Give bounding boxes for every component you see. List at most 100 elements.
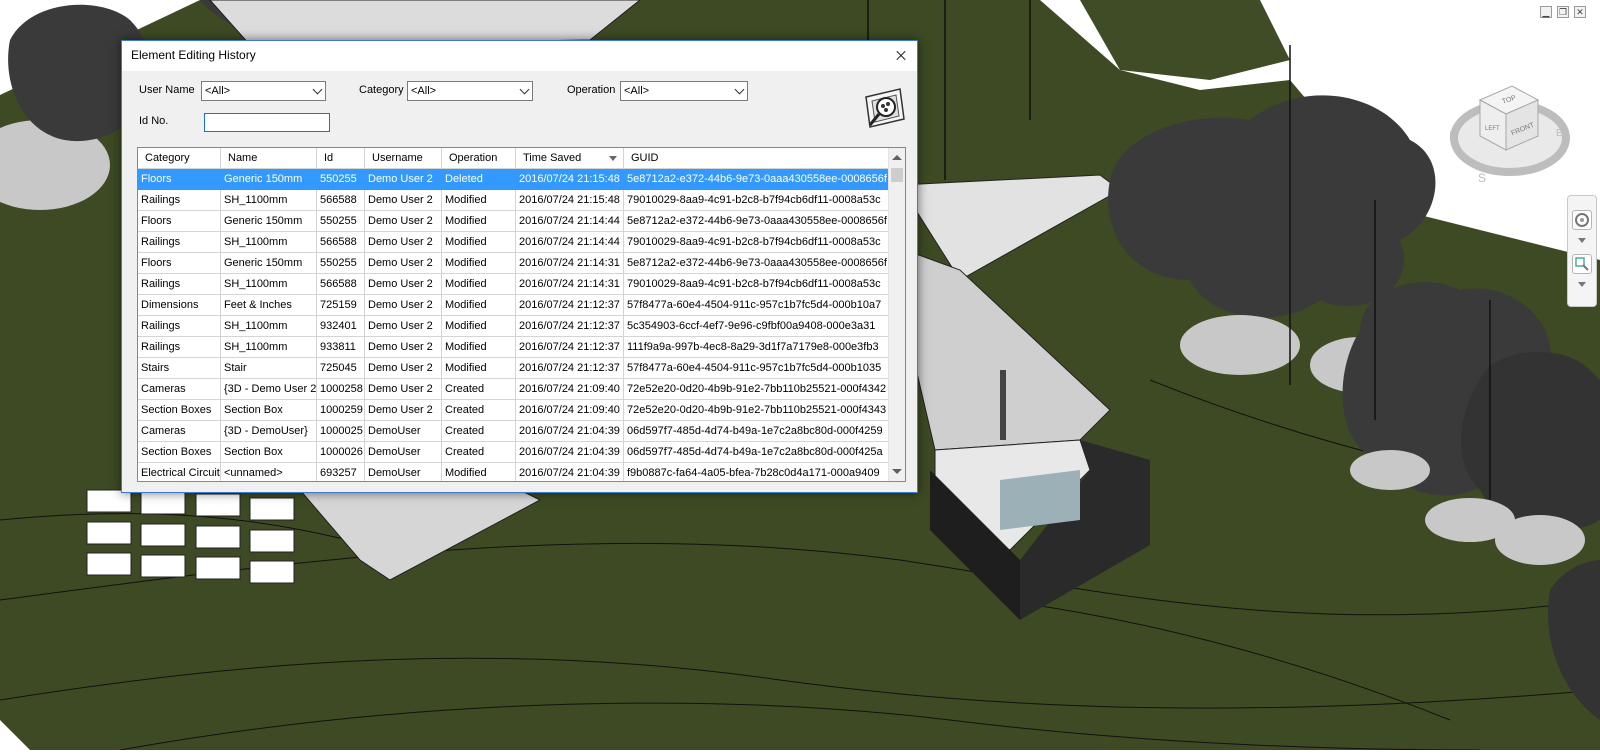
cell-time-saved: 2016/07/24 21:14:31 bbox=[516, 253, 624, 274]
column-header-name[interactable]: Name bbox=[221, 148, 317, 168]
close-icon[interactable]: ✕ bbox=[1574, 6, 1586, 18]
cell-time-saved: 2016/07/24 21:12:37 bbox=[516, 316, 624, 337]
cell-operation: Deleted bbox=[442, 169, 516, 190]
cell-category: Railings bbox=[138, 316, 221, 337]
cell-id: 566588 bbox=[317, 232, 365, 253]
cell-guid: 5c354903-6ccf-4ef7-9e96-c9fbf00a9408-000… bbox=[624, 316, 890, 337]
search-history-icon[interactable] bbox=[860, 85, 910, 135]
column-header-time-saved[interactable]: Time Saved bbox=[516, 148, 624, 168]
viewport-window-controls: ▁ ❐ ✕ bbox=[1540, 6, 1586, 18]
table-row[interactable]: Section Boxes Section Box 1000026 DemoUser C… bbox=[138, 442, 890, 463]
cell-name: <unnamed> bbox=[221, 463, 317, 481]
cell-username: Demo User 2 bbox=[365, 358, 442, 379]
cell-operation: Modified bbox=[442, 295, 516, 316]
cell-id: 725159 bbox=[317, 295, 365, 316]
cell-category: Railings bbox=[138, 337, 221, 358]
cell-category: Railings bbox=[138, 232, 221, 253]
cell-id: 550255 bbox=[317, 211, 365, 232]
user-name-dropdown[interactable]: <All> bbox=[201, 81, 326, 101]
column-header-username[interactable]: Username bbox=[365, 148, 442, 168]
table-row[interactable]: Cameras {3D - Demo User 2} 1000258 Demo Use… bbox=[138, 379, 890, 400]
table-row[interactable]: Cameras {3D - DemoUser} 1000025 DemoUser Cre… bbox=[138, 421, 890, 442]
dialog-titlebar[interactable]: Element Editing History bbox=[122, 41, 917, 71]
cell-operation: Created bbox=[442, 379, 516, 400]
cell-time-saved: 2016/07/24 21:12:37 bbox=[516, 295, 624, 316]
cell-username: Demo User 2 bbox=[365, 274, 442, 295]
cell-name: SH_1100mm bbox=[221, 190, 317, 211]
viewcube-left-label: LEFT bbox=[1485, 126, 1500, 132]
cell-name: Section Box bbox=[221, 400, 317, 421]
table-row[interactable]: Railings SH_1100mm 933811 Demo User 2 Modifi… bbox=[138, 337, 890, 358]
chevron-down-icon bbox=[734, 84, 745, 95]
cell-name: SH_1100mm bbox=[221, 316, 317, 337]
category-dropdown[interactable]: <All> bbox=[407, 81, 533, 101]
table-row[interactable]: Railings SH_1100mm 566588 Demo User 2 Modifi… bbox=[138, 190, 890, 211]
cell-username: Demo User 2 bbox=[365, 316, 442, 337]
cell-username: Demo User 2 bbox=[365, 190, 442, 211]
table-row[interactable]: Floors Generic 150mm 550255 Demo User 2 Dele… bbox=[138, 169, 890, 190]
id-no-input[interactable] bbox=[204, 113, 330, 132]
column-header-id[interactable]: Id bbox=[317, 148, 365, 168]
cell-category: Cameras bbox=[138, 379, 221, 400]
cell-operation: Modified bbox=[442, 316, 516, 337]
restore-icon[interactable]: ❐ bbox=[1557, 6, 1569, 18]
cell-guid: 57f8477a-60e4-4504-911c-957c1b7fc5d4-000… bbox=[624, 295, 890, 316]
cell-time-saved: 2016/07/24 21:14:31 bbox=[516, 274, 624, 295]
cell-id: 1000026 bbox=[317, 442, 365, 463]
table-row[interactable]: Railings SH_1100mm 566588 Demo User 2 Modifi… bbox=[138, 274, 890, 295]
cell-time-saved: 2016/07/24 21:04:39 bbox=[516, 442, 624, 463]
scroll-up-icon[interactable] bbox=[892, 155, 902, 160]
table-body: Floors Generic 150mm 550255 Demo User 2 Dele… bbox=[138, 169, 890, 481]
cell-time-saved: 2016/07/24 21:04:39 bbox=[516, 463, 624, 481]
cell-time-saved: 2016/07/24 21:12:37 bbox=[516, 358, 624, 379]
table-row[interactable]: Floors Generic 150mm 550255 Demo User 2 Modi… bbox=[138, 253, 890, 274]
cell-guid: 72e52e20-0d20-4b9b-91e2-7bb110b25521-000… bbox=[624, 400, 890, 421]
operation-value: <All> bbox=[624, 85, 650, 97]
cell-id: 566588 bbox=[317, 274, 365, 295]
steering-wheel-dropdown-icon[interactable] bbox=[1578, 238, 1586, 243]
cell-category: Floors bbox=[138, 253, 221, 274]
column-header-guid[interactable]: GUID bbox=[624, 148, 890, 168]
cell-username: DemoUser bbox=[365, 421, 442, 442]
cell-category: Section Boxes bbox=[138, 400, 221, 421]
cell-username: Demo User 2 bbox=[365, 295, 442, 316]
cell-category: Railings bbox=[138, 190, 221, 211]
cell-id: 693257 bbox=[317, 463, 365, 481]
cell-guid: 79010029-8aa9-4c91-b2c8-b7f94cb6df11-000… bbox=[624, 190, 890, 211]
table-row[interactable]: Railings SH_1100mm 932401 Demo User 2 Modifi… bbox=[138, 316, 890, 337]
cell-category: Floors bbox=[138, 211, 221, 232]
scroll-thumb[interactable] bbox=[891, 168, 903, 182]
cell-name: Section Box bbox=[221, 442, 317, 463]
zoom-region-icon[interactable] bbox=[1572, 254, 1592, 274]
table-row[interactable]: Railings SH_1100mm 566588 Demo User 2 Modifi… bbox=[138, 232, 890, 253]
cell-operation: Created bbox=[442, 421, 516, 442]
viewcube[interactable]: TOP LEFT FRONT N E S W bbox=[1448, 78, 1580, 188]
column-header-operation[interactable]: Operation bbox=[442, 148, 516, 168]
scroll-down-icon[interactable] bbox=[892, 469, 902, 474]
cell-time-saved: 2016/07/24 21:15:48 bbox=[516, 190, 624, 211]
cell-username: DemoUser bbox=[365, 463, 442, 481]
close-button[interactable] bbox=[883, 41, 917, 71]
steering-wheel-icon[interactable] bbox=[1572, 210, 1592, 230]
cell-guid: f9b0887c-fa64-4a05-bfea-7b28c0d4a171-000… bbox=[624, 463, 890, 481]
operation-dropdown[interactable]: <All> bbox=[620, 81, 748, 101]
id-no-label: Id No. bbox=[139, 115, 169, 127]
cell-name: Feet & Inches bbox=[221, 295, 317, 316]
zoom-dropdown-icon[interactable] bbox=[1578, 282, 1586, 287]
vertical-scrollbar[interactable] bbox=[888, 148, 905, 481]
cell-operation: Modified bbox=[442, 211, 516, 232]
table-row[interactable]: Electrical Circuits <unnamed> 693257 DemoUs… bbox=[138, 463, 890, 481]
table-row[interactable]: Floors Generic 150mm 550255 Demo User 2 Modi… bbox=[138, 211, 890, 232]
table-row[interactable]: Stairs Stair 725045 Demo User 2 Modified 2016… bbox=[138, 358, 890, 379]
history-table[interactable]: Category Name Id Username Operation Time… bbox=[137, 147, 906, 482]
cell-category: Railings bbox=[138, 274, 221, 295]
column-header-category[interactable]: Category bbox=[138, 148, 221, 168]
table-row[interactable]: Section Boxes Section Box 1000259 Demo User… bbox=[138, 400, 890, 421]
cell-operation: Created bbox=[442, 442, 516, 463]
compass-south-label: S bbox=[1478, 171, 1486, 185]
cell-operation: Modified bbox=[442, 274, 516, 295]
cell-operation: Modified bbox=[442, 232, 516, 253]
minimize-icon[interactable]: ▁ bbox=[1540, 6, 1552, 18]
table-row[interactable]: Dimensions Feet & Inches 725159 Demo User 2… bbox=[138, 295, 890, 316]
cell-category: Stairs bbox=[138, 358, 221, 379]
